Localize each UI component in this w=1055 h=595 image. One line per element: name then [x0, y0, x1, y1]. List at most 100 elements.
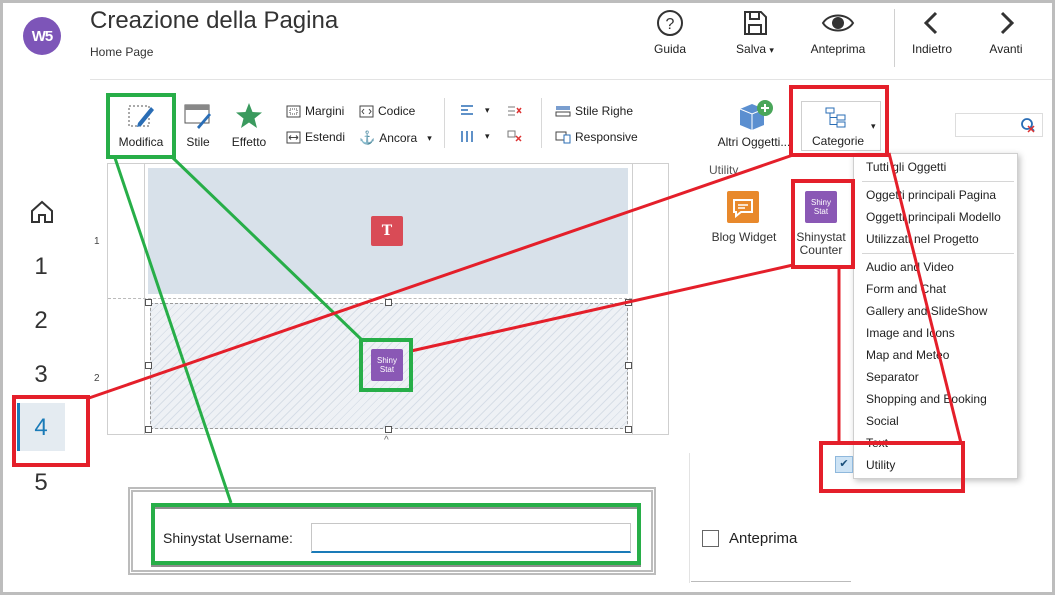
resize-handle[interactable]: [145, 299, 152, 306]
extend-icon: [286, 131, 301, 143]
menu-item-gallery-slideshow[interactable]: Gallery and SlideShow: [866, 304, 987, 318]
row-divider: [108, 298, 632, 299]
header-separator: [90, 79, 1052, 80]
align-dropdown-arrow[interactable]: ▾: [485, 105, 490, 116]
properties-bottom-line: [691, 581, 851, 582]
delete-row-icon: [508, 106, 522, 116]
row-style-label: Stile Righe: [575, 104, 634, 118]
speech-bubble-icon: [733, 199, 753, 219]
nav-step-1[interactable]: 1: [31, 253, 51, 281]
app-logo: W5: [23, 17, 61, 55]
menu-item-form-chat[interactable]: Form and Chat: [866, 282, 946, 296]
margins-button[interactable]: Margini: [286, 104, 344, 118]
nav-step-2[interactable]: 2: [31, 307, 51, 335]
menu-item-audio-video[interactable]: Audio and Video: [866, 260, 954, 274]
back-label: Indietro: [911, 42, 953, 56]
row-style-button[interactable]: Stile Righe: [555, 104, 633, 118]
delete-row-button[interactable]: [507, 104, 522, 122]
nav-step-5[interactable]: 5: [31, 469, 51, 497]
menu-item-all-objects[interactable]: Tutti gli Oggetti: [866, 160, 946, 174]
page-title: Creazione della Pagina: [90, 7, 339, 34]
resize-handle[interactable]: [385, 299, 392, 306]
align-bottom-button[interactable]: ▾: [459, 130, 490, 143]
help-button[interactable]: ? Guida: [635, 9, 705, 56]
menu-item-separator[interactable]: Separator: [866, 370, 919, 384]
header-divider: [894, 9, 895, 67]
menu-item-used-in-project[interactable]: Utilizzati nel Progetto: [866, 232, 979, 246]
help-icon: ?: [657, 10, 683, 36]
blog-widget-label: Blog Widget: [711, 230, 777, 244]
effect-button[interactable]: Effetto: [221, 101, 277, 149]
code-button[interactable]: Codice: [359, 104, 415, 118]
margins-label: Margini: [305, 104, 345, 118]
categories-dropdown-menu: Tutti gli Oggetti Oggetti principali Pag…: [853, 153, 1018, 479]
text-object-icon[interactable]: T: [371, 216, 403, 246]
help-label: Guida: [653, 42, 687, 56]
collapse-arrow-icon[interactable]: ^: [384, 435, 389, 446]
align-top-button[interactable]: ▾: [459, 104, 490, 117]
delete-cell-icon: [507, 130, 522, 142]
anchor-label: Ancora: [379, 131, 418, 145]
other-objects-button[interactable]: Altri Oggetti...: [713, 99, 795, 149]
preview-button[interactable]: Anteprima: [803, 9, 873, 56]
resize-handle[interactable]: [625, 426, 632, 433]
home-icon[interactable]: [29, 199, 55, 225]
code-label: Codice: [378, 104, 416, 118]
extend-label: Estendi: [305, 130, 346, 144]
properties-divider: [689, 453, 690, 583]
distribute-icon: [461, 131, 473, 142]
menu-separator: [862, 181, 1014, 182]
object-group-label: Utility: [709, 163, 739, 177]
page-subtitle: Home Page: [90, 45, 154, 59]
blog-widget-object[interactable]: [727, 191, 759, 223]
highlight-edit-button: [106, 93, 176, 159]
resize-handle[interactable]: [385, 426, 392, 433]
menu-item-social[interactable]: Social: [866, 414, 899, 428]
resize-handle[interactable]: [625, 362, 632, 369]
toolbar-divider: [444, 98, 445, 148]
effect-label: Effetto: [231, 135, 267, 149]
search-clear-icon[interactable]: [1020, 117, 1036, 133]
margins-icon: [286, 105, 301, 117]
star-icon: [236, 103, 262, 128]
resize-handle[interactable]: [625, 299, 632, 306]
highlight-utility-category: [819, 441, 965, 493]
other-objects-label: Altri Oggetti...: [717, 135, 791, 149]
row-style-icon: [555, 105, 571, 116]
preview-checkbox[interactable]: [702, 530, 719, 547]
highlight-shinystat-object: [791, 179, 855, 269]
toolbar-divider-2: [541, 98, 542, 148]
menu-item-map-meteo[interactable]: Map and Meteo: [866, 348, 949, 362]
save-icon: [744, 11, 767, 35]
anchor-dropdown-arrow[interactable]: ▾: [427, 133, 432, 144]
style-button[interactable]: Stile: [170, 101, 226, 149]
app-window: W5 Creazione della Pagina Home Page ? Gu…: [0, 0, 1055, 595]
cube-add-icon: [739, 100, 773, 130]
object-search-input[interactable]: [955, 113, 1043, 137]
responsive-icon: [555, 131, 571, 143]
forward-button[interactable]: Avanti: [971, 9, 1041, 56]
style-brush-icon: [184, 104, 211, 129]
chevron-right-icon: [1000, 11, 1015, 35]
responsive-button[interactable]: Responsive: [555, 130, 638, 144]
nav-step-3[interactable]: 3: [31, 361, 51, 389]
save-dropdown-arrow[interactable]: ▾: [769, 45, 774, 55]
resize-handle[interactable]: [145, 426, 152, 433]
menu-item-template-objects[interactable]: Oggetti principali Modello: [866, 210, 1001, 224]
responsive-label: Responsive: [575, 130, 638, 144]
canvas-right-guide: [632, 163, 633, 435]
back-button[interactable]: Indietro: [897, 9, 967, 56]
resize-handle[interactable]: [145, 362, 152, 369]
extend-button[interactable]: Estendi: [286, 130, 345, 144]
menu-item-page-objects[interactable]: Oggetti principali Pagina: [866, 188, 996, 202]
distribute-dropdown-arrow[interactable]: ▾: [485, 131, 490, 142]
chevron-left-icon: [923, 11, 938, 35]
row-number-2: 2: [94, 373, 100, 384]
anchor-button[interactable]: ⚓ Ancora ▾: [359, 130, 432, 146]
delete-cell-button[interactable]: [507, 130, 522, 148]
save-button[interactable]: Salva ▾: [720, 9, 790, 56]
preview-label: Anteprima: [810, 42, 866, 56]
menu-item-image-icons[interactable]: Image and Icons: [866, 326, 955, 340]
menu-item-shopping-booking[interactable]: Shopping and Booking: [866, 392, 987, 406]
svg-text:?: ?: [666, 16, 675, 33]
